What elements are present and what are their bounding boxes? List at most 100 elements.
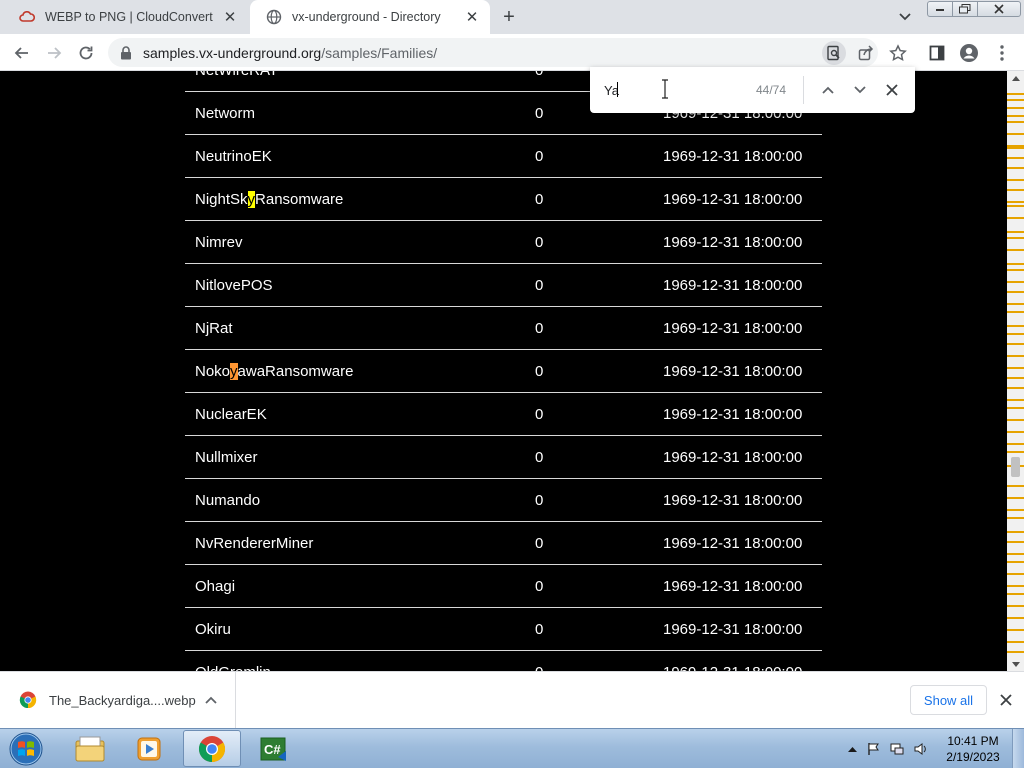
table-row: OldGremlin 0 1969-12-31 18:00:00: [185, 651, 822, 671]
media-player-icon[interactable]: [121, 730, 179, 767]
close-shelf-icon[interactable]: [997, 691, 1015, 709]
family-name-link[interactable]: Nimrev: [195, 234, 243, 251]
family-name-link[interactable]: OldGremlin: [195, 664, 271, 671]
menu-kebab-icon[interactable]: [991, 42, 1013, 64]
find-input[interactable]: [604, 81, 744, 99]
find-next-chevron-down-icon[interactable]: [850, 80, 870, 100]
scroll-up-arrow-icon[interactable]: [1007, 71, 1024, 85]
scrollbar-thumb[interactable]: [1011, 457, 1020, 477]
family-name-link[interactable]: NetWireRAT: [195, 71, 278, 79]
share-icon[interactable]: [855, 42, 877, 64]
chrome-taskbar-icon[interactable]: [183, 730, 241, 767]
scroll-down-arrow-icon[interactable]: [1007, 657, 1024, 671]
show-all-downloads-button[interactable]: Show all: [910, 685, 987, 715]
find-bar: 44/74: [590, 67, 915, 113]
tab-cloudconvert[interactable]: WEBP to PNG | CloudConvert ✕: [3, 0, 248, 34]
close-tab-icon[interactable]: ✕: [462, 7, 482, 27]
modified-date: 1969-12-31 18:00:00: [663, 234, 803, 251]
table-row: Nimrev 0 1969-12-31 18:00:00: [185, 221, 822, 264]
name-text: NightSk: [195, 191, 248, 208]
file-count: 0: [535, 320, 544, 337]
back-arrow-icon[interactable]: [11, 42, 33, 64]
find-in-page-icon[interactable]: [822, 41, 846, 65]
scrollbar-find-marker: [1007, 201, 1024, 203]
family-name-link[interactable]: Networm: [195, 105, 255, 122]
family-name-link[interactable]: Numando: [195, 492, 260, 509]
tab-search-chevron-icon[interactable]: [896, 8, 914, 26]
clock-time[interactable]: 10:41 PM: [940, 734, 1006, 748]
file-count: 0: [535, 105, 544, 122]
tab-title: vx-underground - Directory: [292, 10, 441, 24]
reload-icon[interactable]: [75, 42, 97, 64]
clock-date[interactable]: 2/19/2023: [940, 750, 1006, 764]
scrollbar-find-marker: [1007, 167, 1024, 169]
scrollbar-find-marker: [1007, 269, 1024, 271]
window-close-button[interactable]: [977, 1, 1021, 17]
start-button[interactable]: [4, 730, 48, 768]
modified-date: 1969-12-31 18:00:00: [663, 363, 803, 380]
find-previous-chevron-up-icon[interactable]: [818, 80, 838, 100]
modified-date: 1969-12-31 18:00:00: [663, 148, 803, 165]
family-name-link[interactable]: Ohagi: [195, 578, 235, 595]
table-row: NvRendererMiner 0 1969-12-31 18:00:00: [185, 522, 822, 565]
find-close-icon[interactable]: [882, 80, 902, 100]
family-name-link[interactable]: Okiru: [195, 621, 231, 638]
table-row: NitlovePOS 0 1969-12-31 18:00:00: [185, 264, 822, 307]
url-host: samples.vx-underground.org: [143, 44, 322, 61]
volume-speaker-icon[interactable]: [914, 742, 928, 756]
scrollbar-find-marker: [1007, 561, 1024, 563]
forward-arrow-icon[interactable]: [43, 42, 65, 64]
find-active-highlight: y: [230, 363, 238, 380]
bookmark-star-icon[interactable]: [887, 42, 909, 64]
family-name-link[interactable]: NeutrinoEK: [195, 148, 272, 165]
family-name-link[interactable]: NightSkyRansomware: [195, 191, 343, 208]
windows-explorer-icon[interactable]: [61, 730, 119, 767]
name-text: Noko: [195, 363, 231, 380]
file-count: 0: [535, 148, 544, 165]
family-name-link[interactable]: NitlovePOS: [195, 277, 273, 294]
cloudconvert-icon: [19, 9, 35, 25]
file-count: 0: [535, 535, 544, 552]
lock-icon[interactable]: [120, 45, 134, 60]
scrollbar-find-marker: [1007, 237, 1024, 239]
action-center-flag-icon[interactable]: [867, 742, 881, 756]
address-bar[interactable]: samples.vx-underground.org/samples/Famil…: [108, 38, 878, 67]
csharp-editor-icon[interactable]: C#: [245, 730, 303, 767]
tab-vx-underground[interactable]: vx-underground - Directory ✕: [250, 0, 490, 34]
show-desktop-button[interactable]: [1012, 729, 1024, 768]
scrollbar-find-marker: [1007, 573, 1024, 575]
globe-icon: [266, 9, 282, 25]
page-scrollbar[interactable]: [1007, 71, 1024, 671]
tab-title: WEBP to PNG | CloudConvert: [45, 10, 213, 24]
family-name-link[interactable]: Nullmixer: [195, 449, 258, 466]
table-row: NeutrinoEK 0 1969-12-31 18:00:00: [185, 135, 822, 178]
modified-date: 1969-12-31 18:00:00: [663, 492, 803, 509]
family-name-link[interactable]: NjRat: [195, 320, 233, 337]
scrollbar-track[interactable]: [1007, 85, 1024, 657]
scrollbar-find-marker: [1007, 311, 1024, 313]
file-count: 0: [535, 621, 544, 638]
chrome-file-icon: [19, 691, 37, 709]
family-name-link[interactable]: NokoyawaRansomware: [195, 363, 353, 380]
restore-button[interactable]: [952, 1, 978, 17]
file-count: 0: [535, 449, 544, 466]
side-panel-icon[interactable]: [926, 42, 948, 64]
network-icon[interactable]: [890, 742, 904, 756]
scrollbar-find-marker: [1007, 377, 1024, 379]
scrollbar-find-marker: [1007, 593, 1024, 595]
download-item[interactable]: The_Backyardiga....webp: [0, 672, 236, 728]
new-tab-button[interactable]: +: [498, 6, 520, 28]
modified-date: 1969-12-31 18:00:00: [663, 664, 802, 671]
url-text: samples.vx-underground.org/samples/Famil…: [143, 45, 437, 61]
profile-avatar-icon[interactable]: [958, 42, 980, 64]
find-divider: [803, 76, 804, 104]
minimize-button[interactable]: [927, 1, 953, 17]
table-row: Nullmixer 0 1969-12-31 18:00:00: [185, 436, 822, 479]
close-tab-icon[interactable]: ✕: [220, 7, 240, 27]
scrollbar-find-marker: [1007, 585, 1024, 587]
family-name-link[interactable]: NvRendererMiner: [195, 535, 313, 552]
family-name-link[interactable]: NuclearEK: [195, 406, 267, 423]
show-hidden-icons-arrow-icon[interactable]: [845, 742, 859, 756]
scrollbar-find-marker: [1007, 115, 1024, 117]
chevron-up-icon[interactable]: [203, 696, 219, 704]
